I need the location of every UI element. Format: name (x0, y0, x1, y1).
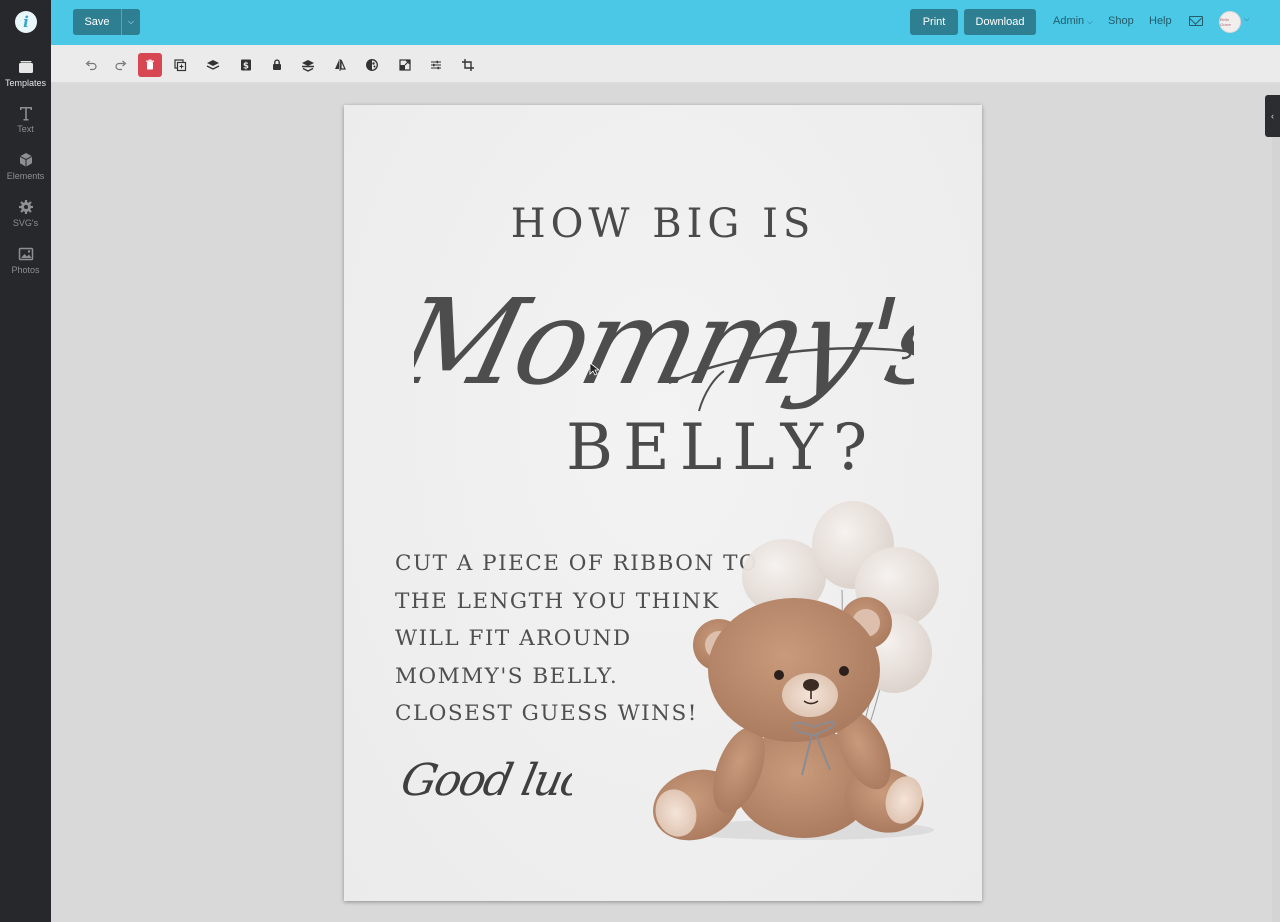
admin-menu[interactable]: Admin ⌵ (1053, 15, 1093, 27)
sidebar-item-label: SVG's (12, 218, 39, 228)
scrollbar[interactable] (1272, 137, 1280, 922)
collapse-panel-button[interactable]: ‹ (1265, 95, 1280, 137)
text-icon (19, 107, 32, 121)
edit-toolbar: $ (51, 45, 1280, 83)
lock-button[interactable] (265, 53, 289, 77)
sidebar-item-label: Templates (4, 78, 47, 88)
lock-icon (273, 59, 281, 70)
redo-icon (115, 60, 127, 71)
flip-icon (335, 59, 346, 71)
sidebar-item-text[interactable]: Text (0, 104, 51, 134)
duplicate-icon (174, 59, 187, 72)
save-options-button[interactable]: ⌵ (121, 9, 140, 35)
duplicate-button[interactable] (168, 53, 192, 77)
redo-button[interactable] (109, 53, 133, 77)
adjust-icon (431, 60, 441, 70)
sidebar-item-photos[interactable]: Photos (0, 245, 51, 275)
svg-text:$: $ (243, 61, 249, 71)
closing-script[interactable]: Good luck! (392, 743, 572, 815)
resize-icon (399, 59, 411, 71)
mail-icon[interactable] (1189, 16, 1203, 26)
crop-button[interactable] (456, 53, 480, 77)
help-link[interactable]: Help (1149, 15, 1172, 27)
flip-button[interactable] (328, 53, 352, 77)
gear-icon (18, 200, 33, 214)
script-headline-text: Mommy's (414, 275, 914, 412)
left-sidebar: i Templates Text Elements SVG's Photos (0, 0, 51, 922)
design-canvas[interactable]: HOW BIG IS Mommy's BELLY? CUT A PIECE OF… (344, 105, 982, 901)
shop-link[interactable]: Shop (1108, 15, 1134, 27)
headline-belly-text[interactable]: BELLY? (566, 411, 877, 485)
opacity-icon (366, 59, 378, 71)
layers-button[interactable] (201, 53, 225, 77)
chevron-down-icon[interactable]: ⌵ (1244, 16, 1249, 24)
download-button[interactable]: Download (964, 9, 1036, 35)
arrange-button[interactable] (296, 53, 320, 77)
undo-button[interactable] (79, 53, 103, 77)
folder-icon (18, 61, 33, 73)
print-button[interactable]: Print (910, 9, 958, 35)
sidebar-item-elements[interactable]: Elements (0, 151, 51, 181)
layers-icon (206, 60, 220, 70)
teddy-bear-balloons-illustration[interactable] (644, 495, 964, 845)
headline-text[interactable]: HOW BIG IS (344, 201, 982, 247)
sidebar-item-label: Text (17, 124, 34, 134)
adjust-button[interactable] (424, 53, 448, 77)
opacity-button[interactable] (360, 53, 384, 77)
arrange-icon (302, 60, 314, 72)
avatar[interactable]: Bella Grace (1219, 11, 1241, 33)
undo-icon (85, 60, 97, 71)
resize-button[interactable] (393, 53, 417, 77)
closing-script-text: Good luck! (397, 755, 572, 805)
image-icon (18, 247, 33, 261)
logo-letter: i (23, 12, 29, 31)
delete-button[interactable] (138, 53, 162, 77)
avatar-text: Bella Grace (1220, 17, 1231, 27)
price-button[interactable]: $ (234, 53, 258, 77)
save-button[interactable]: Save (73, 9, 121, 35)
admin-label: Admin (1053, 15, 1085, 27)
crop-icon (462, 59, 474, 71)
app-logo[interactable]: i (15, 11, 37, 33)
sidebar-item-label: Photos (11, 265, 40, 275)
chevron-left-icon: ‹ (1271, 111, 1274, 121)
dollar-icon: $ (241, 59, 251, 71)
sidebar-item-svgs[interactable]: SVG's (0, 198, 51, 228)
save-button-group: Save ⌵ (73, 9, 140, 35)
top-bar: Save ⌵ Print Download Admin ⌵ Shop Help B… (51, 0, 1280, 45)
mouse-cursor-icon (589, 362, 599, 376)
chevron-down-icon: ⌵ (1087, 19, 1093, 26)
chevron-down-icon: ⌵ (127, 17, 135, 26)
sidebar-item-label: Elements (6, 171, 45, 181)
cube-icon (19, 153, 32, 167)
sidebar-item-templates[interactable]: Templates (0, 58, 51, 88)
trash-icon (146, 59, 154, 70)
